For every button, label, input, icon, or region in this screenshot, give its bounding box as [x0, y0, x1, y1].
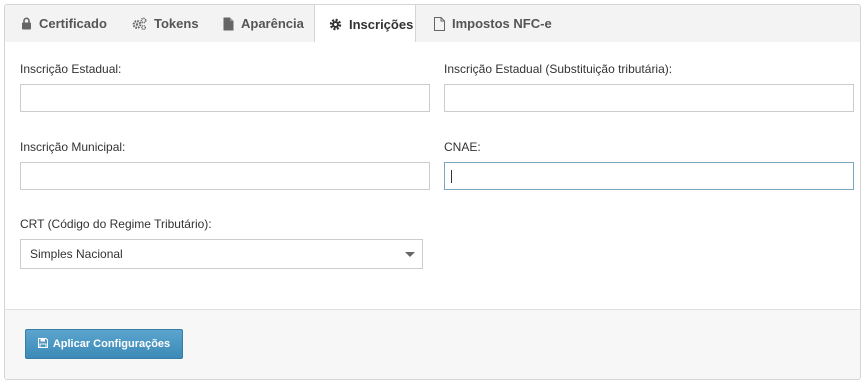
apply-settings-label: Aplicar Configurações	[52, 338, 171, 350]
crt-selected-value: Simples Nacional	[30, 247, 123, 261]
inscricao-estadual-st-label: Inscrição Estadual (Substituição tributá…	[444, 62, 673, 76]
apply-settings-button[interactable]: Aplicar Configurações	[25, 329, 183, 359]
tab-tokens[interactable]: Tokens	[115, 5, 212, 42]
inscricao-estadual-label: Inscrição Estadual:	[20, 62, 122, 76]
settings-panel: Certificado Tokens Aparência Inscrições …	[4, 4, 861, 380]
tab-certificado[interactable]: Certificado	[5, 5, 115, 42]
tab-label: Aparência	[241, 16, 304, 31]
file-icon	[223, 17, 234, 31]
crt-select[interactable]: Simples Nacional	[20, 239, 423, 269]
crt-label: CRT (Código do Regime Tributário):	[20, 217, 212, 231]
tab-bar: Certificado Tokens Aparência Inscrições …	[5, 5, 860, 43]
inscricao-municipal-label: Inscrição Municipal:	[20, 140, 126, 154]
chevron-down-icon	[405, 252, 415, 257]
text-caret	[451, 170, 452, 183]
tab-inscricoes[interactable]: Inscrições	[314, 5, 416, 43]
tab-label: Inscrições	[349, 16, 414, 32]
gears-icon	[132, 17, 147, 30]
inscricao-estadual-st-input[interactable]	[444, 84, 854, 112]
inscricao-estadual-input[interactable]	[20, 84, 430, 112]
lock-icon	[21, 17, 32, 30]
save-icon	[37, 337, 48, 351]
gear-icon	[329, 18, 342, 31]
tab-label: Impostos NFC-e	[452, 16, 552, 31]
tab-content-inscricoes: Inscrição Estadual: Inscrição Estadual (…	[5, 42, 860, 310]
tab-label: Tokens	[154, 16, 199, 31]
file-outline-icon	[434, 16, 445, 31]
cnae-label: CNAE:	[444, 140, 481, 154]
tab-impostos-nfce[interactable]: Impostos NFC-e	[416, 5, 556, 42]
cnae-input[interactable]	[444, 162, 854, 190]
inscricao-municipal-input[interactable]	[20, 162, 430, 190]
tab-label: Certificado	[39, 16, 107, 31]
tab-aparencia[interactable]: Aparência	[212, 5, 314, 42]
